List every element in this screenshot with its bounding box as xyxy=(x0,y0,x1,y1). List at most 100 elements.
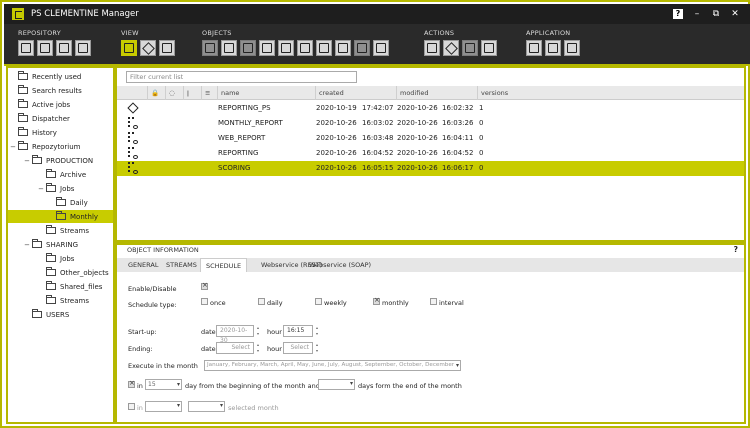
properties-icon[interactable] xyxy=(354,40,370,56)
startup-date-spinner[interactable]: ▴ ▾ xyxy=(255,325,261,337)
copy-icon[interactable] xyxy=(240,40,256,56)
tree-view-icon[interactable] xyxy=(159,40,175,56)
tree-label: Search results xyxy=(32,86,82,95)
filter-input[interactable]: Filter current list xyxy=(126,71,357,83)
rename-icon[interactable] xyxy=(297,40,313,56)
table-row[interactable]: MONTHLY_REPORT 2020-10-26 16:03:02 2020-… xyxy=(117,116,744,131)
tree-label: Streams xyxy=(60,296,89,305)
tree-item-recently-used[interactable]: Recently used xyxy=(18,70,81,83)
tree-item-shared-files[interactable]: Shared_files xyxy=(46,280,102,293)
lock-column-icon[interactable]: 🔒 xyxy=(147,86,162,100)
tree-item-daily[interactable]: Daily xyxy=(56,196,88,209)
new-object-icon[interactable] xyxy=(18,40,34,56)
tab-general[interactable]: GENERAL xyxy=(123,258,163,272)
restore-button[interactable]: ⧉ xyxy=(711,9,721,19)
tree-item-sharing-jobs[interactable]: Jobs xyxy=(46,252,74,265)
tree-item-streams[interactable]: Streams xyxy=(46,224,89,237)
collapse-toggle[interactable]: − xyxy=(38,185,44,193)
score-icon[interactable] xyxy=(443,40,459,56)
tree-item-jobs[interactable]: − Jobs xyxy=(38,182,74,195)
schedule-icon[interactable] xyxy=(462,40,478,56)
type-monthly-label: monthly xyxy=(382,299,409,307)
type-weekly-checkbox[interactable] xyxy=(315,298,322,305)
type-once-checkbox[interactable] xyxy=(201,298,208,305)
tree-item-production[interactable]: − PRODUCTION xyxy=(24,154,93,167)
startup-date-input[interactable]: 2020-10-30 xyxy=(216,325,254,344)
remove-icon[interactable] xyxy=(278,40,294,56)
tab-streams[interactable]: STREAMS xyxy=(161,258,202,272)
settings-icon[interactable] xyxy=(526,40,542,56)
unlock-icon[interactable] xyxy=(335,40,351,56)
users-icon[interactable] xyxy=(545,40,561,56)
ending-date-label: date xyxy=(201,345,216,353)
type-monthly-checkbox[interactable] xyxy=(373,296,380,305)
startup-hour-input[interactable]: 16:15 xyxy=(283,325,313,337)
enable-checkbox[interactable] xyxy=(201,281,208,290)
paste-icon[interactable] xyxy=(259,40,275,56)
ending-hour-spinner[interactable]: ▴ ▾ xyxy=(314,342,320,354)
type-interval-checkbox[interactable] xyxy=(430,298,437,305)
help-icon[interactable]: ? xyxy=(734,245,738,254)
folder-icon xyxy=(46,253,56,262)
collapse-toggle[interactable]: − xyxy=(24,241,30,249)
refresh-icon[interactable] xyxy=(75,40,91,56)
in-day-checkbox[interactable] xyxy=(128,379,135,388)
tree-item-sharing[interactable]: − SHARING xyxy=(24,238,78,251)
tree-label: Streams xyxy=(60,226,89,235)
table-row[interactable]: WEB_REPORT 2020-10-26 16:03:48 2020-10-2… xyxy=(117,131,744,146)
tree-item-monthly[interactable]: Monthly xyxy=(8,210,113,223)
ending-date-input[interactable]: Select xyxy=(216,342,254,354)
search-icon[interactable] xyxy=(373,40,389,56)
tree-item-sharing-streams[interactable]: Streams xyxy=(46,294,89,307)
tree-item-dispatcher[interactable]: Dispatcher xyxy=(18,112,70,125)
startup-hour-spinner[interactable]: ▴ ▾ xyxy=(314,325,320,337)
collapse-toggle[interactable]: − xyxy=(10,143,16,151)
months-select[interactable]: January, February, March, April, May, Ju… xyxy=(204,360,461,371)
table-row-selected[interactable]: SCORING 2020-10-26 16:05:15 2020-10-26 1… xyxy=(117,161,744,176)
group-label-application: APPLICATION xyxy=(526,29,571,37)
column-header-versions[interactable]: versions xyxy=(477,86,517,100)
status-column-icon[interactable]: ◌ xyxy=(165,86,180,100)
tree-label: History xyxy=(32,128,57,137)
tree-item-archive[interactable]: Archive xyxy=(46,168,86,181)
lock-icon[interactable] xyxy=(316,40,332,56)
tree-item-repozytorium[interactable]: − Repozytorium xyxy=(10,140,81,153)
group-label-objects: OBJECTS xyxy=(202,29,232,37)
tab-webservice-soap[interactable]: Webservice (SOAP) xyxy=(304,258,376,272)
import-icon[interactable] xyxy=(202,40,218,56)
month-number-select[interactable] xyxy=(145,401,182,412)
days-from-end-select[interactable] xyxy=(318,379,355,390)
day-from-beginning-select[interactable]: 15 xyxy=(145,379,182,390)
ending-hour-input[interactable]: Select xyxy=(283,342,313,354)
tab-schedule[interactable]: SCHEDULE xyxy=(200,258,248,272)
table-row[interactable]: REPORTING_PS 2020-10-19 17:42:07 2020-10… xyxy=(117,101,744,116)
column-header-created[interactable]: created xyxy=(315,86,396,100)
history-icon[interactable] xyxy=(481,40,497,56)
tree-item-other-objects[interactable]: Other_objects xyxy=(46,266,109,279)
help-button[interactable]: ? xyxy=(673,9,683,19)
column-header-modified[interactable]: modified xyxy=(396,86,477,100)
tree-item-users[interactable]: USERS xyxy=(32,308,69,321)
collapse-toggle[interactable]: − xyxy=(24,157,30,165)
tree-item-search-results[interactable]: Search results xyxy=(18,84,82,97)
close-button[interactable]: ✕ xyxy=(730,9,740,19)
edit-object-icon[interactable] xyxy=(37,40,53,56)
column-header-name[interactable]: name xyxy=(217,86,315,100)
servers-icon[interactable] xyxy=(564,40,580,56)
tree-item-history[interactable]: History xyxy=(18,126,57,139)
ribbon-toolbar: REPOSITORY VIEW OBJECTS ACTIONS APPLICAT… xyxy=(4,24,750,66)
run-icon[interactable] xyxy=(424,40,440,56)
tree-item-active-jobs[interactable]: Active jobs xyxy=(18,98,70,111)
type-daily-checkbox[interactable] xyxy=(258,298,265,305)
diamond-view-icon[interactable] xyxy=(140,40,156,56)
export-icon[interactable] xyxy=(221,40,237,56)
ending-date-spinner[interactable]: ▴ ▾ xyxy=(255,342,261,354)
table-row[interactable]: REPORTING 2020-10-26 16:04:52 2020-10-26… xyxy=(117,146,744,161)
info-column-icon[interactable]: ǀ xyxy=(183,86,198,100)
in-month-checkbox[interactable] xyxy=(128,403,135,410)
delete-object-icon[interactable] xyxy=(56,40,72,56)
minimize-button[interactable]: – xyxy=(692,9,702,19)
list-column-icon[interactable]: ≡ xyxy=(201,86,216,100)
weekday-select[interactable] xyxy=(188,401,225,412)
flow-view-icon[interactable] xyxy=(121,40,137,56)
